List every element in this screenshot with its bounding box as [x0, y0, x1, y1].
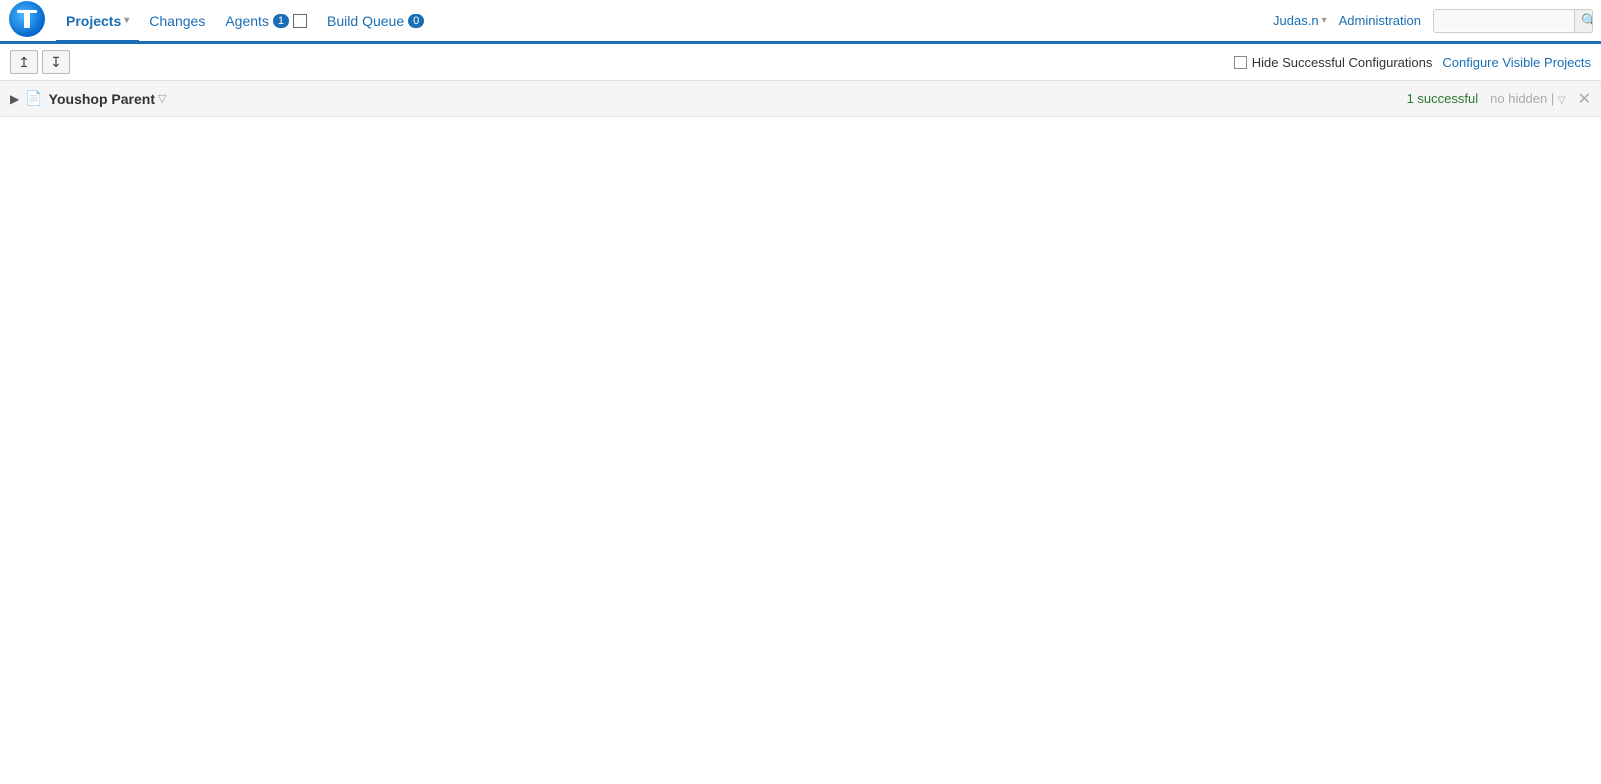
nav-changes[interactable]: Changes — [139, 0, 215, 41]
search-button[interactable]: 🔍 — [1574, 10, 1593, 32]
nav-agents[interactable]: Agents 1 — [215, 0, 317, 41]
user-dropdown-arrow: ▾ — [1322, 15, 1327, 26]
project-name: Youshop Parent — [49, 91, 155, 107]
expand-all-icon: ↥ — [18, 54, 30, 71]
pipe-separator: | — [1551, 91, 1558, 106]
project-folder-icon: 📄 — [25, 90, 42, 107]
projects-dropdown-arrow: ▾ — [124, 15, 129, 26]
collapse-all-button[interactable]: ↧ — [42, 50, 70, 74]
hide-successful-checkbox-label[interactable]: Hide Successful Configurations — [1234, 55, 1433, 70]
username: Judas.n — [1273, 13, 1319, 28]
search-box: 🔍 — [1433, 9, 1593, 33]
projects-list: ▶ 📄 Youshop Parent ▽ 1 successful no hid… — [0, 81, 1601, 117]
admin-link[interactable]: Administration — [1339, 13, 1421, 28]
logo[interactable] — [8, 0, 46, 41]
project-row: ▶ 📄 Youshop Parent ▽ 1 successful no hid… — [0, 81, 1601, 117]
nav-build-queue[interactable]: Build Queue 0 — [317, 0, 434, 41]
project-row-right: 1 successful no hidden | ▽ ✕ — [1407, 89, 1591, 109]
project-status: 1 successful — [1407, 91, 1479, 106]
toolbar: ↥ ↧ Hide Successful Configurations Confi… — [0, 44, 1601, 81]
project-dropdown-arrow[interactable]: ▽ — [158, 92, 166, 105]
build-queue-badge: 0 — [408, 14, 424, 28]
project-close-icon[interactable]: ✕ — [1578, 89, 1591, 109]
project-dropdown-small-arrow[interactable]: ▽ — [1558, 95, 1566, 106]
header: Projects ▾ Changes Agents 1 Build Queue … — [0, 0, 1601, 44]
project-hidden-count: no hidden | ▽ — [1490, 91, 1565, 106]
toolbar-right: Hide Successful Configurations Configure… — [1234, 55, 1591, 70]
agent-status-indicator — [293, 14, 307, 28]
nav-projects[interactable]: Projects ▾ — [56, 2, 139, 43]
hide-successful-text: Hide Successful Configurations — [1252, 55, 1433, 70]
main-nav: Projects ▾ Changes Agents 1 Build Queue … — [56, 0, 434, 41]
configure-visible-projects-link[interactable]: Configure Visible Projects — [1442, 55, 1591, 70]
header-right: Judas.n ▾ Administration 🔍 — [1273, 9, 1593, 33]
toolbar-left: ↥ ↧ — [10, 50, 70, 74]
user-menu[interactable]: Judas.n ▾ — [1273, 13, 1327, 28]
hide-successful-checkbox[interactable] — [1234, 56, 1247, 69]
collapse-all-icon: ↧ — [50, 54, 62, 71]
project-expand-arrow[interactable]: ▶ — [10, 92, 19, 106]
search-input[interactable] — [1434, 10, 1574, 31]
agents-badge: 1 — [273, 14, 289, 28]
expand-all-button[interactable]: ↥ — [10, 50, 38, 74]
